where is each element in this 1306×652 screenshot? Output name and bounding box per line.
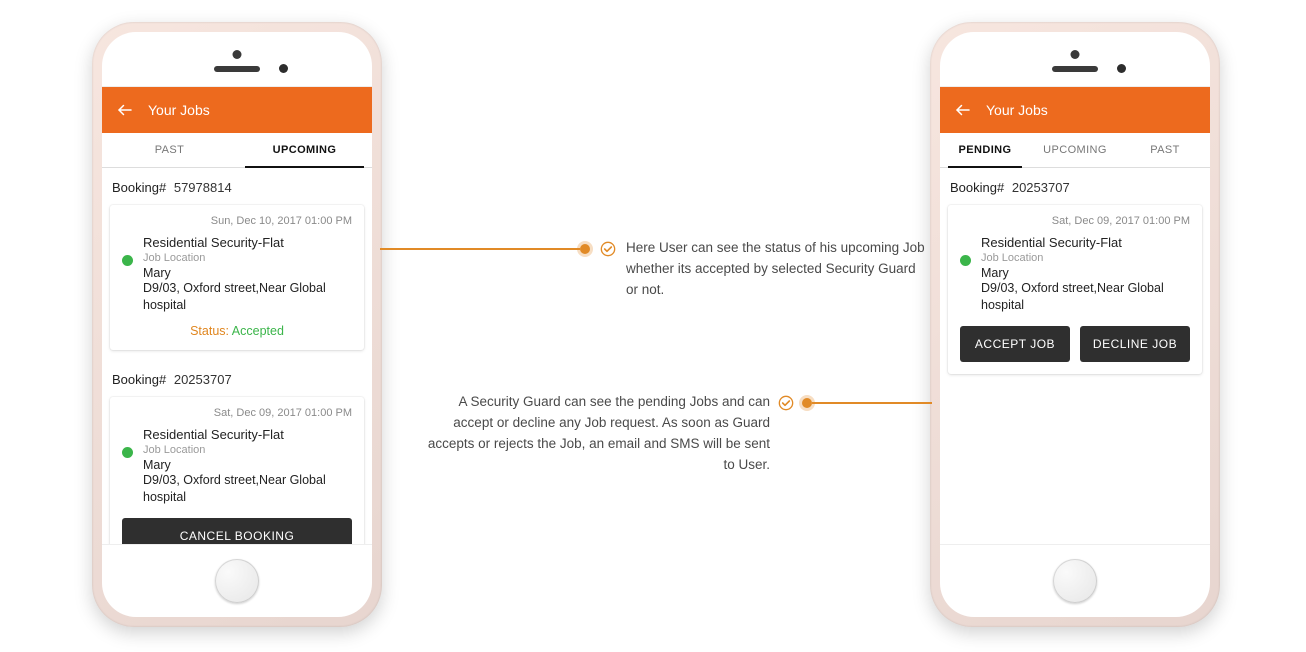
page-title: Your Jobs (986, 102, 1048, 118)
customer-name: Mary (143, 266, 352, 280)
action-buttons: ACCEPT JOB DECLINE JOB (960, 326, 1190, 362)
accept-job-button[interactable]: ACCEPT JOB (960, 326, 1070, 362)
booking-prefix: Booking# (112, 372, 166, 387)
home-button[interactable] (215, 559, 259, 603)
job-datetime: Sat, Dec 09, 2017 01:00 PM (122, 407, 352, 419)
home-button[interactable] (1053, 559, 1097, 603)
booking-heading: Booking# 57978814 (102, 168, 372, 201)
job-location-label: Job Location (143, 444, 352, 456)
tabs: PAST UPCOMING (102, 133, 372, 168)
scroll-content[interactable]: Booking# 20253707 Sat, Dec 09, 2017 01:0… (940, 168, 1210, 544)
booking-heading: Booking# 20253707 (102, 360, 372, 393)
check-badge-icon (778, 395, 794, 411)
screen-user: Your Jobs PAST UPCOMING Booking# 5797881… (102, 86, 372, 545)
booking-number: 20253707 (1012, 180, 1070, 195)
sensor-dot (233, 50, 242, 59)
status-prefix: Status: (190, 324, 229, 338)
check-badge-icon (600, 241, 616, 257)
booking-heading: Booking# 20253707 (940, 168, 1210, 201)
connector-line (380, 248, 580, 250)
customer-name: Mary (981, 266, 1190, 280)
annotation-text: A Security Guard can see the pending Job… (420, 392, 770, 476)
job-title: Residential Security-Flat (981, 235, 1190, 250)
speaker-slot (214, 66, 260, 72)
scroll-content[interactable]: Booking# 57978814 Sun, Dec 10, 2017 01:0… (102, 168, 372, 544)
job-row: Residential Security-Flat Job Location M… (960, 235, 1190, 314)
annotation-text: Here User can see the status of his upco… (626, 238, 926, 301)
home-area (940, 545, 1210, 617)
job-title: Residential Security-Flat (143, 235, 352, 250)
job-details: Residential Security-Flat Job Location M… (981, 235, 1190, 314)
job-datetime: Sun, Dec 10, 2017 01:00 PM (122, 215, 352, 227)
job-card: Sun, Dec 10, 2017 01:00 PM Residential S… (110, 205, 364, 350)
phone-top (102, 32, 372, 86)
cancel-booking-button[interactable]: CANCEL BOOKING (122, 518, 352, 545)
job-row: Residential Security-Flat Job Location M… (122, 427, 352, 506)
tabs: PENDING UPCOMING PAST (940, 133, 1210, 168)
phone-top (940, 32, 1210, 86)
status-dot-icon (122, 447, 133, 458)
job-card: Sat, Dec 09, 2017 01:00 PM Residential S… (948, 205, 1202, 374)
phone-guard: Your Jobs PENDING UPCOMING PAST Booking#… (930, 22, 1220, 627)
connector-line (812, 402, 932, 404)
customer-address: D9/03, Oxford street,Near Global hospita… (143, 472, 352, 506)
phone-frame: Your Jobs PENDING UPCOMING PAST Booking#… (940, 32, 1210, 617)
job-title: Residential Security-Flat (143, 427, 352, 442)
tab-upcoming[interactable]: UPCOMING (237, 133, 372, 167)
phone-frame: Your Jobs PAST UPCOMING Booking# 5797881… (102, 32, 372, 617)
app-bar: Your Jobs (940, 87, 1210, 133)
sensor-dot (1071, 50, 1080, 59)
back-arrow-icon[interactable] (954, 101, 972, 119)
job-details: Residential Security-Flat Job Location M… (143, 427, 352, 506)
connector-dot-icon (802, 398, 812, 408)
back-arrow-icon[interactable] (116, 101, 134, 119)
customer-address: D9/03, Oxford street,Near Global hospita… (143, 280, 352, 314)
app-bar: Your Jobs (102, 87, 372, 133)
tab-past[interactable]: PAST (102, 133, 237, 167)
tab-upcoming[interactable]: UPCOMING (1030, 133, 1120, 167)
status-dot-icon (960, 255, 971, 266)
phone-user: Your Jobs PAST UPCOMING Booking# 5797881… (92, 22, 382, 627)
decline-job-button[interactable]: DECLINE JOB (1080, 326, 1190, 362)
status-dot-icon (122, 255, 133, 266)
booking-prefix: Booking# (112, 180, 166, 195)
page-title: Your Jobs (148, 102, 210, 118)
customer-address: D9/03, Oxford street,Near Global hospita… (981, 280, 1190, 314)
tab-pending[interactable]: PENDING (940, 133, 1030, 167)
connector-dot-icon (580, 244, 590, 254)
booking-prefix: Booking# (950, 180, 1004, 195)
job-datetime: Sat, Dec 09, 2017 01:00 PM (960, 215, 1190, 227)
home-area (102, 545, 372, 617)
customer-name: Mary (143, 458, 352, 472)
front-camera (1117, 64, 1126, 73)
booking-number: 57978814 (174, 180, 232, 195)
status-line: Status: Accepted (122, 324, 352, 338)
speaker-slot (1052, 66, 1098, 72)
status-value: Accepted (232, 324, 284, 338)
screen-guard: Your Jobs PENDING UPCOMING PAST Booking#… (940, 86, 1210, 545)
tab-past[interactable]: PAST (1120, 133, 1210, 167)
job-location-label: Job Location (143, 252, 352, 264)
front-camera (279, 64, 288, 73)
job-location-label: Job Location (981, 252, 1190, 264)
job-card: Sat, Dec 09, 2017 01:00 PM Residential S… (110, 397, 364, 544)
booking-number: 20253707 (174, 372, 232, 387)
job-details: Residential Security-Flat Job Location M… (143, 235, 352, 314)
job-row: Residential Security-Flat Job Location M… (122, 235, 352, 314)
